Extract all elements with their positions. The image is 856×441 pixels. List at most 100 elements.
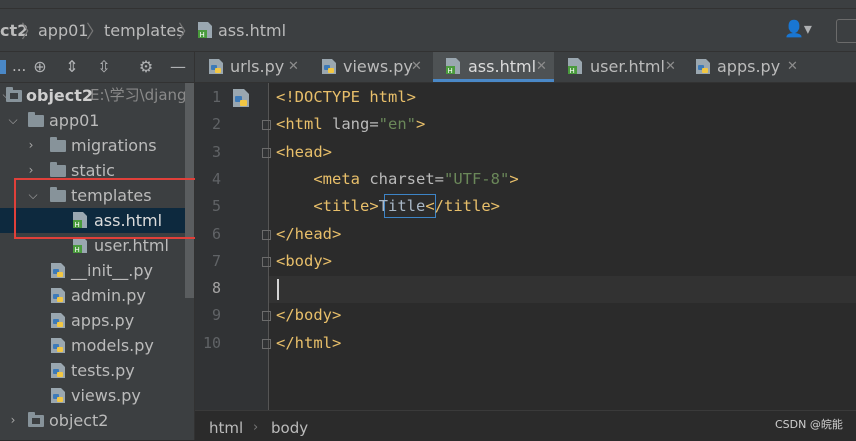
module-folder-icon	[28, 412, 44, 427]
tree-item-init-py[interactable]: __init__.py	[0, 258, 194, 283]
code-line[interactable]: <meta charset="UTF-8">	[276, 166, 519, 193]
line-number: 5	[211, 197, 221, 216]
tree-item-admin-py[interactable]: admin.py	[0, 283, 194, 308]
python-file-icon	[51, 388, 65, 403]
tree-item-label: app01	[49, 111, 100, 130]
breadcrumb-file[interactable]: ass.html	[218, 20, 286, 42]
html-file-icon: H	[568, 58, 582, 75]
code-token: <title>	[313, 197, 379, 216]
tab-user-html[interactable]: H user.html ✕	[554, 52, 679, 82]
collapse-all-icon[interactable]: ⇳	[94, 57, 114, 77]
close-icon[interactable]: ✕	[288, 52, 299, 82]
python-file-icon	[51, 288, 65, 303]
fold-marker-icon[interactable]	[262, 229, 271, 240]
close-icon[interactable]: ✕	[787, 52, 798, 82]
folder-icon	[50, 162, 66, 177]
project-view-icon[interactable]	[0, 60, 6, 74]
svg-text:H: H	[448, 67, 453, 75]
python-file-icon	[51, 313, 65, 328]
tab-apps-py[interactable]: apps.py ✕	[679, 52, 799, 82]
code-line[interactable]: </head>	[276, 221, 341, 248]
code-line[interactable]: </body>	[276, 302, 341, 329]
tree-item-object2-package[interactable]: › object2	[0, 408, 194, 433]
python-interpreter-icon[interactable]	[232, 88, 250, 108]
tree-item-models-py[interactable]: models.py	[0, 333, 194, 358]
hide-icon[interactable]: —	[168, 57, 188, 77]
close-icon[interactable]: ✕	[665, 52, 676, 82]
tree-item-views-py[interactable]: views.py	[0, 383, 194, 408]
tab-urls-py[interactable]: urls.py ✕	[195, 52, 313, 82]
code-token: </html>	[276, 333, 342, 352]
current-line-highlight	[269, 276, 856, 303]
code-token: </title>	[425, 197, 500, 216]
code-line[interactable]: <head>	[276, 139, 332, 166]
line-number: 1	[211, 88, 221, 106]
watermark: CSDN @皖能	[775, 418, 843, 431]
expand-all-icon[interactable]: ⇕	[62, 57, 82, 77]
close-icon[interactable]: ✕	[536, 52, 547, 82]
breadcrumb-body[interactable]: body	[271, 419, 308, 437]
chevron-right-icon[interactable]: ›	[24, 133, 38, 158]
project-toolbar: ... ⊕ ⇕ ⇳ ⚙ —	[0, 52, 195, 83]
tab-views-py[interactable]: views.py ✕	[313, 52, 433, 82]
code-token: lang=	[332, 115, 379, 134]
code-token: <head>	[276, 142, 332, 161]
tree-item-object2[interactable]: ⌵ object2 E:\学习\django	[0, 83, 194, 108]
chevron-down-icon[interactable]: ⌵	[6, 108, 20, 133]
close-icon[interactable]: ✕	[411, 52, 422, 82]
menu-bar	[0, 0, 856, 9]
code-token: "en"	[378, 115, 416, 134]
fold-marker-icon[interactable]	[262, 147, 271, 158]
navigation-bar: ct2 〉 app01 〉 templates 〉 H ass.html 👤▾	[0, 9, 856, 52]
code-line[interactable]: <body>	[276, 248, 332, 275]
tree-item-label: migrations	[71, 136, 157, 155]
line-number: 7	[211, 251, 221, 270]
tree-item-migrations[interactable]: › migrations	[0, 133, 194, 158]
python-file-icon	[51, 263, 65, 278]
tree-item-label: apps.py	[71, 311, 135, 330]
svg-text:H: H	[570, 67, 575, 75]
run-config-selector[interactable]	[836, 19, 856, 43]
gear-icon[interactable]: ⚙	[136, 57, 156, 77]
folder-icon	[50, 137, 66, 152]
user-icon[interactable]: 👤▾	[784, 19, 812, 38]
breadcrumb-templates[interactable]: templates	[104, 20, 185, 42]
project-view-label[interactable]: ...	[12, 57, 26, 75]
python-file-icon	[322, 59, 336, 74]
module-folder-icon	[6, 87, 22, 102]
fold-marker-icon[interactable]	[262, 256, 271, 267]
code-token: </body>	[276, 306, 342, 325]
line-number: 9	[211, 306, 221, 325]
code-token: <!DOCTYPE html>	[276, 88, 416, 106]
tree-item-tests-py[interactable]: tests.py	[0, 358, 194, 383]
code-token: </head>	[276, 224, 342, 243]
breadcrumb-separator: 〉	[178, 22, 196, 43]
code-line[interactable]: <html lang="en">	[276, 111, 425, 138]
fold-marker-icon[interactable]	[262, 120, 271, 131]
breadcrumb-html[interactable]: html	[209, 419, 243, 437]
tree-item-label: views.py	[71, 386, 141, 405]
code-line[interactable]: <!DOCTYPE html>	[276, 84, 416, 111]
code-line[interactable]: <title>Title</title>	[276, 193, 500, 220]
locate-icon[interactable]: ⊕	[30, 57, 50, 77]
project-tree: ⌵ object2 E:\学习\django ⌵ app01 › migrati…	[0, 83, 195, 440]
chevron-right-icon[interactable]: ›	[6, 408, 20, 433]
breadcrumb-app01[interactable]: app01	[38, 20, 88, 42]
tree-item-label: admin.py	[71, 286, 146, 305]
line-number: 10	[202, 333, 221, 352]
folder-icon	[28, 112, 44, 127]
fold-marker-icon[interactable]	[262, 338, 271, 349]
editor-tabs: urls.py ✕ views.py ✕ H ass.html ✕ H user…	[195, 52, 856, 83]
breadcrumb-separator: ›	[253, 420, 259, 435]
tree-item-app01[interactable]: ⌵ app01	[0, 108, 194, 133]
fold-marker-icon[interactable]	[262, 311, 271, 322]
tab-ass-html[interactable]: H ass.html ✕	[433, 52, 554, 82]
tree-item-apps-py[interactable]: apps.py	[0, 308, 194, 333]
code-token: >	[509, 169, 519, 188]
code-token: "UTF-8"	[443, 169, 510, 188]
code-line[interactable]: </html>	[276, 330, 341, 357]
line-number: 6	[211, 224, 221, 243]
python-file-icon	[51, 338, 65, 353]
